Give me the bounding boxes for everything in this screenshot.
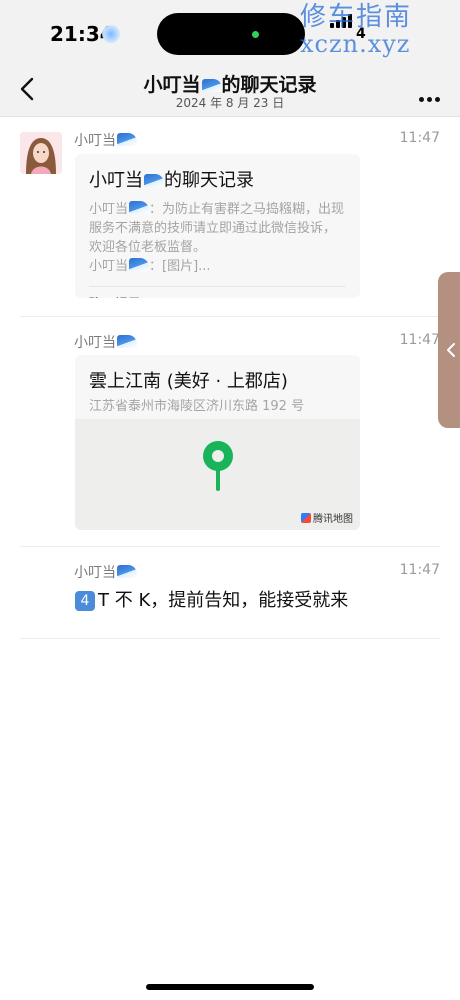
tencent-map-icon: [301, 513, 311, 523]
watermark-line1: 修车指南: [300, 2, 413, 32]
message-divider: [20, 638, 440, 639]
keycap-digit-icon: 4: [75, 591, 95, 611]
map-preview[interactable]: 腾讯地图: [75, 419, 360, 530]
chat-record-line: 小叮当 ：为防止有害群之马捣糨糊，出现服务不满意的技师请立即通过此微信投诉，欢迎各…: [89, 201, 345, 255]
sender-name: 小叮当: [74, 130, 137, 150]
chat-record-footer: 聊天记录: [75, 287, 360, 298]
mic-indicator-icon: [252, 31, 259, 38]
floating-assistive-icon[interactable]: [102, 25, 120, 43]
dynamic-island: [157, 13, 305, 55]
message-item: 小叮当 11:47 4T 不 K，提前告知，能接受就来: [0, 548, 460, 636]
watermark-line2: xczn.xyz: [300, 30, 411, 58]
message-time: 11:47: [399, 562, 440, 578]
side-float-tab[interactable]: [438, 272, 460, 428]
chevron-left-icon: [447, 343, 455, 357]
chat-record-line: 小叮当 ：[图片]...: [89, 258, 211, 274]
wave-emoji-icon: [144, 174, 164, 187]
avatar[interactable]: [20, 132, 62, 174]
home-indicator[interactable]: [146, 984, 314, 990]
message-item: 小叮当 11:47 雲上江南 (美好 · 上郡店) 江苏省泰州市海陵区济川东路 …: [0, 318, 460, 546]
message-divider: [20, 316, 440, 317]
chat-record-preview: 小叮当 ：为防止有害群之马捣糨糊，出现服务不满意的技师请立即通过此微信投诉，欢迎各…: [75, 192, 360, 276]
message-time: 11:47: [399, 130, 440, 146]
map-pin-icon: [203, 441, 233, 471]
message-item: 小叮当 11:47 小叮当 的聊天记录 小叮当 ：为防止有害群之马捣糨糊，出现服务不…: [0, 116, 460, 316]
page-date: 2024 年 8 月 23 日: [175, 96, 285, 110]
map-provider: 腾讯地图: [301, 510, 353, 525]
wave-emoji-icon: [117, 565, 137, 578]
status-bar: 21:34 4 修车指南 xczn.xyz: [0, 0, 460, 62]
more-dots-icon[interactable]: [416, 87, 440, 106]
chat-record-title: 小叮当 的聊天记录: [89, 170, 254, 191]
location-address: 江苏省泰州市海陵区济川东路 192 号: [89, 399, 305, 414]
wave-emoji-icon: [201, 79, 222, 92]
message-text: 4T 不 K，提前告知，能接受就来: [75, 586, 348, 612]
chat-record-card[interactable]: 小叮当 的聊天记录 小叮当 ：为防止有害群之马捣糨糊，出现服务不满意的技师请立即通过…: [75, 154, 360, 298]
location-name: 雲上江南 (美好 · 上郡店): [89, 371, 288, 392]
map-pin-stem: [216, 469, 220, 491]
message-time: 11:47: [399, 332, 440, 348]
title-sender-name: 小叮当: [143, 74, 201, 96]
message-divider: [20, 546, 440, 547]
wave-emoji-icon: [129, 201, 150, 214]
watermark: 修车指南 xczn.xyz: [300, 4, 412, 56]
page-title: 小叮当 的聊天记录: [0, 70, 460, 97]
wave-emoji-icon: [117, 133, 137, 146]
title-suffix: 的聊天记录: [221, 74, 317, 96]
location-card[interactable]: 雲上江南 (美好 · 上郡店) 江苏省泰州市海陵区济川东路 192 号 腾讯地图: [75, 355, 360, 530]
avatar-girl-icon: [20, 132, 62, 174]
nav-bar: 小叮当 的聊天记录 2024 年 8 月 23 日: [0, 62, 460, 117]
sender-name: 小叮当: [74, 332, 137, 352]
sender-name: 小叮当: [74, 562, 137, 582]
wave-emoji-icon: [117, 335, 137, 348]
wave-emoji-icon: [129, 258, 150, 271]
